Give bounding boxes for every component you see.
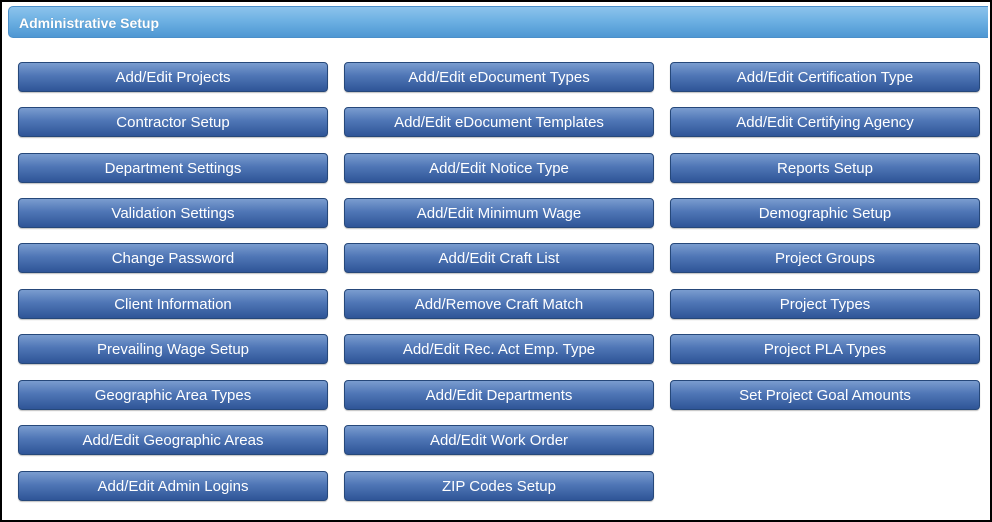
contractor-setup-button[interactable]: Contractor Setup xyxy=(18,107,328,137)
set-project-goal-amounts-button[interactable]: Set Project Goal Amounts xyxy=(670,380,980,410)
project-types-button[interactable]: Project Types xyxy=(670,289,980,319)
zip-codes-setup-button[interactable]: ZIP Codes Setup xyxy=(344,471,654,501)
add-edit-edocument-types-button[interactable]: Add/Edit eDocument Types xyxy=(344,62,654,92)
project-groups-button[interactable]: Project Groups xyxy=(670,243,980,273)
add-edit-notice-type-button[interactable]: Add/Edit Notice Type xyxy=(344,153,654,183)
add-edit-craft-list-button[interactable]: Add/Edit Craft List xyxy=(344,243,654,273)
validation-settings-button[interactable]: Validation Settings xyxy=(18,198,328,228)
reports-setup-button[interactable]: Reports Setup xyxy=(670,153,980,183)
add-edit-certifying-agency-button[interactable]: Add/Edit Certifying Agency xyxy=(670,107,980,137)
project-pla-types-button[interactable]: Project PLA Types xyxy=(670,334,980,364)
add-edit-geographic-areas-button[interactable]: Add/Edit Geographic Areas xyxy=(18,425,328,455)
add-edit-departments-button[interactable]: Add/Edit Departments xyxy=(344,380,654,410)
client-information-button[interactable]: Client Information xyxy=(18,289,328,319)
add-edit-certification-type-button[interactable]: Add/Edit Certification Type xyxy=(670,62,980,92)
add-edit-rec-act-emp-type-button[interactable]: Add/Edit Rec. Act Emp. Type xyxy=(344,334,654,364)
department-settings-button[interactable]: Department Settings xyxy=(18,153,328,183)
add-edit-work-order-button[interactable]: Add/Edit Work Order xyxy=(344,425,654,455)
add-edit-minimum-wage-button[interactable]: Add/Edit Minimum Wage xyxy=(344,198,654,228)
add-edit-admin-logins-button[interactable]: Add/Edit Admin Logins xyxy=(18,471,328,501)
add-remove-craft-match-button[interactable]: Add/Remove Craft Match xyxy=(344,289,654,319)
prevailing-wage-setup-button[interactable]: Prevailing Wage Setup xyxy=(18,334,328,364)
button-grid: Add/Edit Projects Contractor Setup Depar… xyxy=(0,0,992,522)
change-password-button[interactable]: Change Password xyxy=(18,243,328,273)
add-edit-projects-button[interactable]: Add/Edit Projects xyxy=(18,62,328,92)
demographic-setup-button[interactable]: Demographic Setup xyxy=(670,198,980,228)
geographic-area-types-button[interactable]: Geographic Area Types xyxy=(18,380,328,410)
add-edit-edocument-templates-button[interactable]: Add/Edit eDocument Templates xyxy=(344,107,654,137)
